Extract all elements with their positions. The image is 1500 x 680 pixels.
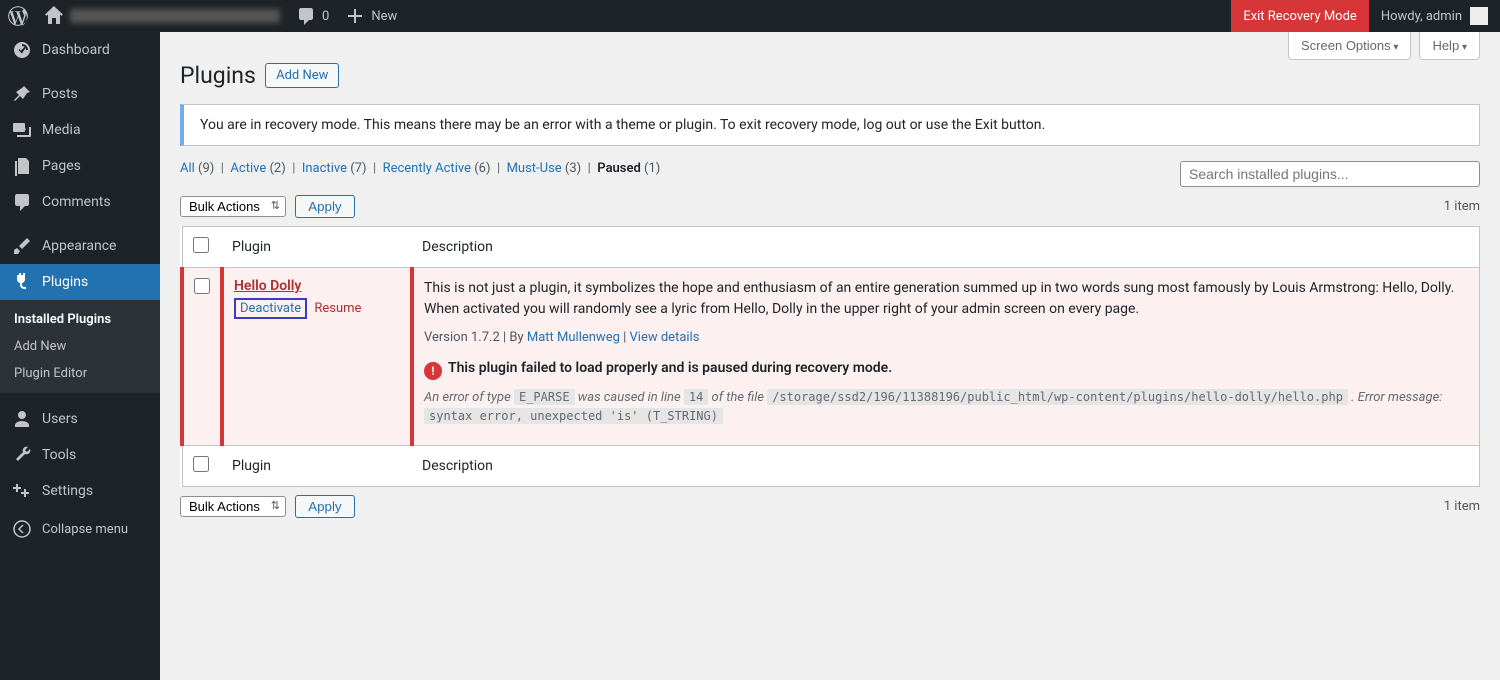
wrench-icon [12, 445, 32, 465]
collapse-icon [12, 519, 32, 539]
comment-icon [296, 6, 316, 26]
wordpress-icon [8, 6, 28, 26]
screen-options-button[interactable]: Screen Options [1288, 32, 1411, 60]
menu-plugins[interactable]: Plugins [0, 264, 160, 300]
col-plugin-foot: Plugin [222, 445, 412, 486]
site-name-blurred [70, 9, 280, 23]
home-icon [44, 6, 64, 26]
items-count: 1 item [1444, 199, 1480, 214]
filter-recently-active[interactable]: Recently Active [383, 161, 471, 176]
menu-appearance[interactable]: Appearance [0, 228, 160, 264]
resume-link[interactable]: Resume [314, 301, 361, 316]
submenu-plugin-editor[interactable]: Plugin Editor [0, 360, 160, 387]
plugin-error-detail: An error of type E_PARSE was caused in l… [424, 388, 1469, 427]
media-icon [12, 120, 32, 140]
col-description: Description [412, 227, 1480, 268]
avatar [1470, 7, 1488, 25]
apply-button-bottom[interactable]: Apply [295, 495, 354, 518]
recovery-notice: You are in recovery mode. This means the… [180, 104, 1480, 146]
view-details-link[interactable]: View details [630, 330, 700, 345]
menu-posts[interactable]: Posts [0, 76, 160, 112]
apply-button[interactable]: Apply [295, 195, 354, 218]
filter-active[interactable]: Active [230, 161, 266, 176]
plugin-meta: Version 1.7.2 | By Matt Mullenweg | View… [424, 328, 1469, 348]
menu-settings[interactable]: Settings [0, 473, 160, 509]
menu-pages[interactable]: Pages [0, 148, 160, 184]
deactivate-link[interactable]: Deactivate [234, 298, 307, 319]
bulk-action-select[interactable]: Bulk Actions [180, 196, 286, 217]
search-input[interactable] [1180, 161, 1480, 187]
filter-all[interactable]: All [180, 161, 195, 176]
howdy-account[interactable]: Howdy, admin [1369, 0, 1500, 32]
items-count-bottom: 1 item [1444, 499, 1480, 514]
select-all-bottom[interactable] [193, 456, 209, 472]
author-link[interactable]: Matt Mullenweg [527, 330, 620, 345]
sliders-icon [12, 481, 32, 501]
error-icon: ! [424, 362, 442, 380]
filter-inactive[interactable]: Inactive [302, 161, 347, 176]
plugin-row: Hello Dolly Deactivate Resume This is no… [182, 268, 1480, 446]
site-home[interactable] [36, 0, 288, 32]
add-new-button[interactable]: Add New [265, 63, 339, 88]
wp-logo[interactable] [0, 0, 36, 32]
plugin-name-link[interactable]: Hello Dolly [234, 278, 301, 294]
filter-paused[interactable]: Paused [597, 161, 641, 176]
admin-bar: 0 New Exit Recovery Mode Howdy, admin [0, 0, 1500, 32]
plugin-error-message: !This plugin failed to load properly and… [424, 358, 1469, 380]
submenu-installed-plugins[interactable]: Installed Plugins [0, 306, 160, 333]
plugins-submenu: Installed Plugins Add New Plugin Editor [0, 300, 160, 393]
dashboard-icon [12, 40, 32, 60]
select-plugin[interactable] [194, 278, 210, 294]
plugin-description: This is not just a plugin, it symbolizes… [424, 278, 1469, 320]
help-button[interactable]: Help [1419, 32, 1480, 60]
col-plugin: Plugin [222, 227, 412, 268]
new-label: New [371, 9, 397, 24]
exit-recovery-button[interactable]: Exit Recovery Mode [1231, 0, 1369, 32]
page-icon [12, 156, 32, 176]
col-description-foot: Description [412, 445, 1480, 486]
filter-links: All (9) | Active (2) | Inactive (7) | Re… [180, 161, 660, 176]
collapse-menu[interactable]: Collapse menu [0, 509, 160, 549]
brush-icon [12, 236, 32, 256]
comments-icon [12, 192, 32, 212]
pin-icon [12, 84, 32, 104]
submenu-add-new[interactable]: Add New [0, 333, 160, 360]
admin-sidebar: Dashboard Posts Media Pages Comments App… [0, 32, 160, 680]
plus-icon [345, 6, 365, 26]
menu-media[interactable]: Media [0, 112, 160, 148]
bulk-action-select-bottom[interactable]: Bulk Actions [180, 496, 286, 517]
menu-dashboard[interactable]: Dashboard [0, 32, 160, 68]
comments-count: 0 [322, 9, 329, 24]
plug-icon [12, 272, 32, 292]
main-content: Screen Options Help Plugins Add New You … [160, 32, 1500, 680]
comments-link[interactable]: 0 [288, 0, 337, 32]
plugins-table: Plugin Description Hello Dolly Deactivat… [180, 226, 1480, 487]
menu-tools[interactable]: Tools [0, 437, 160, 473]
user-icon [12, 409, 32, 429]
filter-must-use[interactable]: Must-Use [507, 161, 562, 176]
new-content[interactable]: New [337, 0, 405, 32]
menu-comments[interactable]: Comments [0, 184, 160, 220]
menu-users[interactable]: Users [0, 401, 160, 437]
page-title: Plugins [180, 62, 256, 89]
select-all-top[interactable] [193, 237, 209, 253]
